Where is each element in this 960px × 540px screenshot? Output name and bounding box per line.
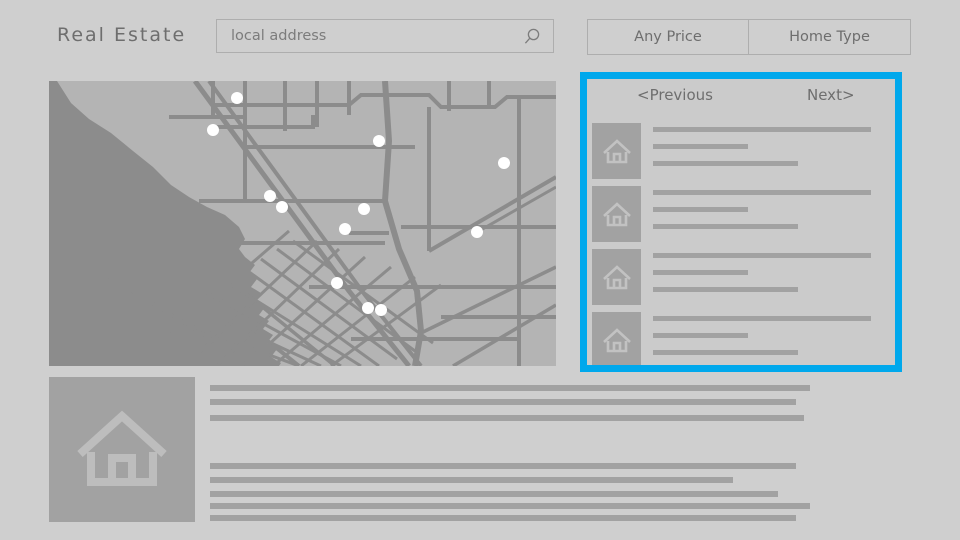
map-pin[interactable] [362,302,374,314]
text-placeholder-bar [653,144,748,149]
filter-group: Any Price Home Type [587,19,911,55]
listing-text-lines [653,253,885,304]
pagination-controls: <Previous Next> [587,86,895,120]
listing-thumbnail[interactable] [592,186,641,242]
text-placeholder-bar [653,333,748,338]
next-page-link[interactable]: Next> [807,86,855,104]
house-icon [602,201,631,226]
featured-thumbnail[interactable] [49,377,195,522]
house-icon [77,410,167,486]
map-pin[interactable] [471,226,483,238]
listing-row[interactable] [587,123,895,179]
page-title: Real Estate [57,24,187,46]
map-pin[interactable] [331,277,343,289]
search-input[interactable] [231,20,501,52]
listings-list[interactable] [587,123,895,365]
text-placeholder-bar [210,385,810,391]
map-pin[interactable] [373,135,385,147]
map-pin[interactable] [276,201,288,213]
map-pin[interactable] [264,190,276,202]
house-icon [602,264,631,289]
text-placeholder-bar [653,350,798,355]
map-canvas[interactable] [49,81,556,366]
listing-text-lines [653,316,885,365]
listing-row[interactable] [587,186,895,242]
text-placeholder-bar [210,463,796,469]
listing-thumbnail[interactable] [592,249,641,305]
text-placeholder-bar [210,491,778,497]
house-icon [602,138,631,163]
map-pin[interactable] [375,304,387,316]
listings-panel[interactable]: <Previous Next> [580,72,902,372]
text-placeholder-bar [210,399,796,405]
listing-row[interactable] [587,249,895,305]
map-pin[interactable] [358,203,370,215]
listing-row[interactable] [587,312,895,365]
filter-home-type[interactable]: Home Type [749,19,911,55]
text-placeholder-bar [653,224,798,229]
text-placeholder-bar [653,207,748,212]
text-placeholder-bar [210,503,810,509]
featured-listing[interactable] [49,377,912,522]
listing-text-lines [653,127,885,178]
text-placeholder-bar [653,287,798,292]
text-placeholder-bar [210,415,804,421]
featured-text-lines [210,377,912,522]
text-placeholder-bar [210,515,796,521]
app-header: Real Estate Any Price Home Type [0,0,960,72]
map-panel[interactable] [49,81,556,366]
listing-text-lines [653,190,885,241]
text-placeholder-bar [653,127,871,132]
map-pin[interactable] [231,92,243,104]
map-pin[interactable] [339,223,351,235]
text-placeholder-bar [653,253,871,258]
listing-thumbnail[interactable] [592,123,641,179]
map-pin[interactable] [498,157,510,169]
text-placeholder-bar [210,477,733,483]
search-box[interactable] [216,19,554,53]
filter-any-price[interactable]: Any Price [587,19,749,55]
search-icon[interactable] [522,27,542,47]
listing-thumbnail[interactable] [592,312,641,365]
house-icon [602,327,631,352]
map-pin[interactable] [207,124,219,136]
text-placeholder-bar [653,316,871,321]
text-placeholder-bar [653,190,871,195]
text-placeholder-bar [653,161,798,166]
previous-page-link[interactable]: <Previous [637,86,713,104]
text-placeholder-bar [653,270,748,275]
